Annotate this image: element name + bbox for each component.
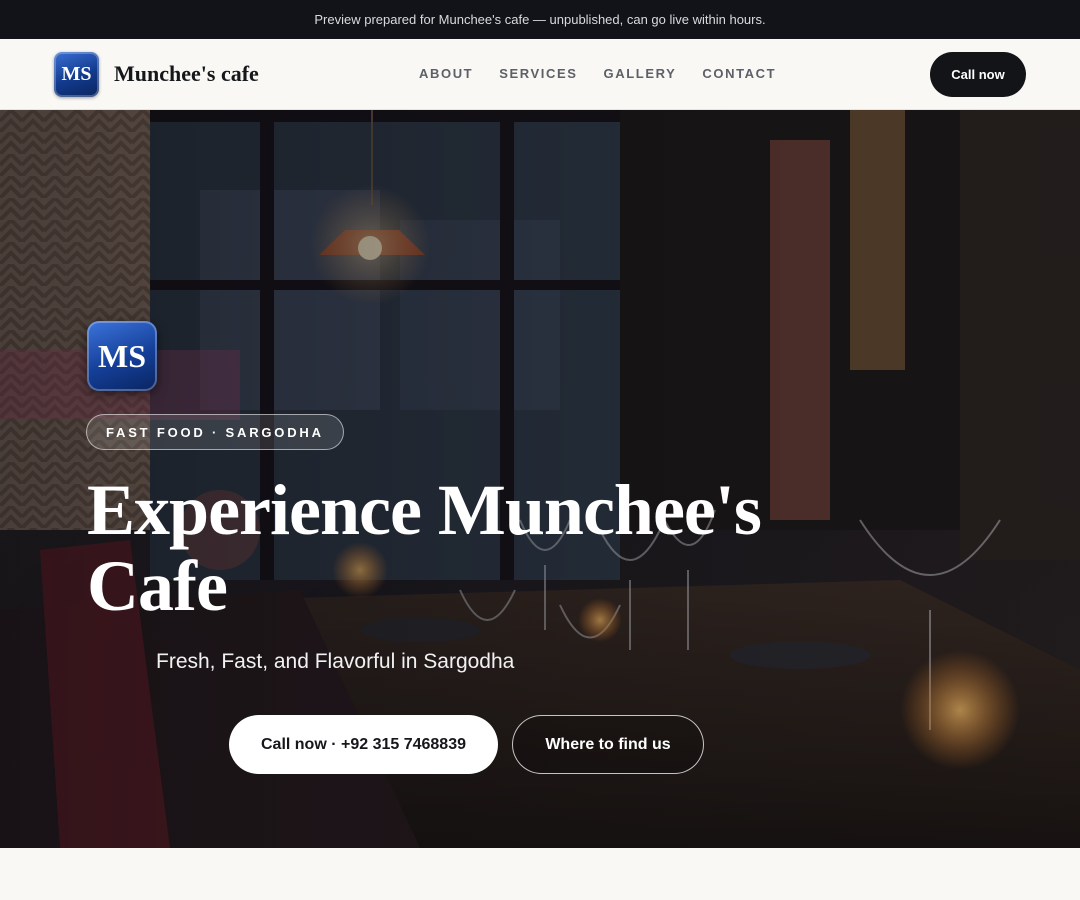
hero-section: MS FAST FOOD · SARGODHA Experience Munch…: [0, 110, 1080, 848]
nav-link-gallery[interactable]: GALLERY: [604, 66, 677, 81]
site-header: MS Munchee's cafe ABOUT SERVICES GALLERY…: [0, 39, 1080, 110]
main-nav: ABOUT SERVICES GALLERY CONTACT: [419, 66, 776, 81]
announcement-bar: Preview prepared for Munchee's cafe — un…: [0, 0, 1080, 39]
call-phone-button[interactable]: Call now · +92 315 7468839: [229, 715, 498, 774]
hero-title: Experience Munchee's Cafe: [87, 470, 762, 626]
nav-link-about[interactable]: ABOUT: [419, 66, 473, 81]
brand-logo[interactable]: MS: [54, 52, 99, 97]
find-us-button[interactable]: Where to find us: [512, 715, 704, 774]
header-call-button[interactable]: Call now: [930, 52, 1026, 97]
nav-link-services[interactable]: SERVICES: [499, 66, 577, 81]
category-tag: FAST FOOD · SARGODHA: [86, 414, 344, 450]
hero-logo: MS: [87, 321, 157, 391]
announcement-text: Preview prepared for Munchee's cafe — un…: [314, 12, 766, 27]
brand-name[interactable]: Munchee's cafe: [114, 61, 259, 87]
hero-subtitle: Fresh, Fast, and Flavorful in Sargodha: [156, 650, 515, 673]
nav-link-contact[interactable]: CONTACT: [702, 66, 776, 81]
